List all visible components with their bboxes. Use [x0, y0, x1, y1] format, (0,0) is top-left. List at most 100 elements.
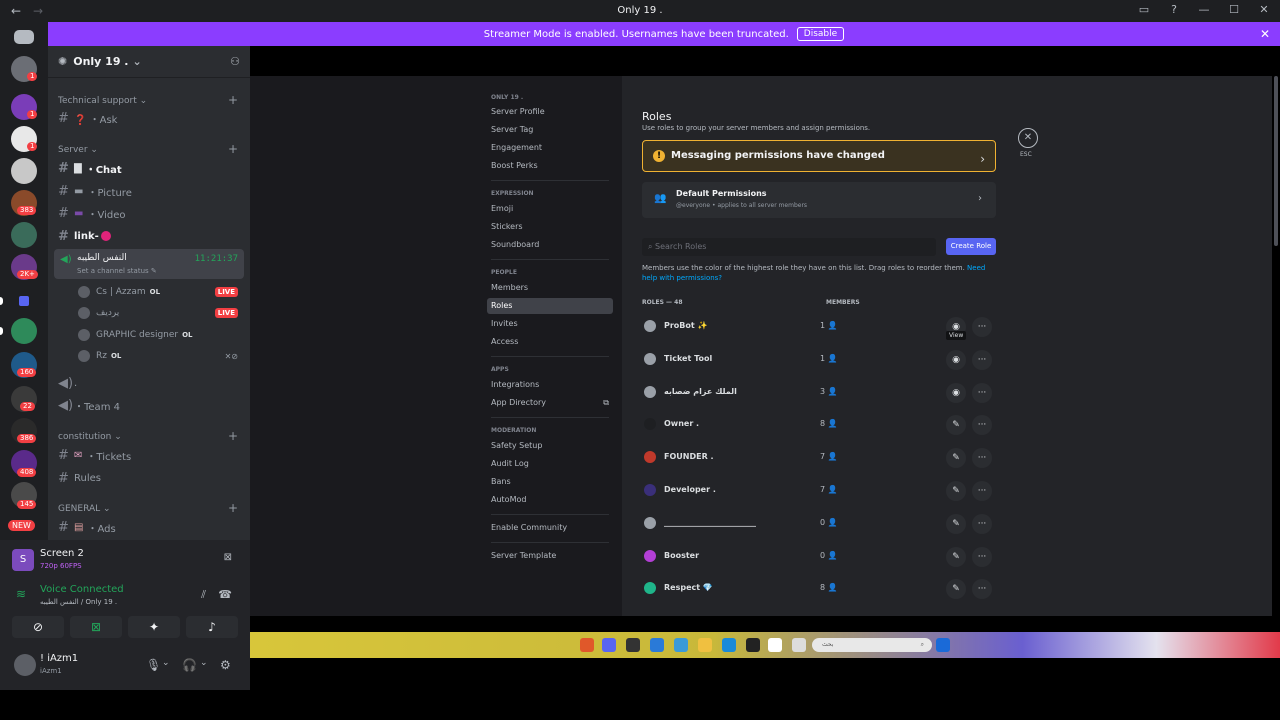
obs-icon[interactable] [626, 638, 640, 652]
calendar-icon[interactable] [768, 638, 782, 652]
channel-picture[interactable]: # ▬ ・Picture [58, 181, 240, 201]
close-settings-icon[interactable]: ✕ [1018, 128, 1038, 148]
minimize-icon[interactable]: — [1196, 3, 1212, 16]
noise-suppression-icon[interactable]: ⫽ [201, 588, 206, 602]
more-options-button[interactable]: ··· [972, 481, 992, 501]
nav-roles[interactable]: Roles [487, 298, 613, 314]
voice-channel-dot[interactable]: ◀). [58, 373, 240, 393]
edit-role-button[interactable]: ✎ [946, 481, 966, 501]
more-options-button[interactable]: ··· [972, 382, 992, 403]
add-channel-icon[interactable]: + [228, 142, 238, 156]
voice-channel-active[interactable]: ◀) النفس الطيبه 11:21:37 Set a channel s… [54, 249, 244, 279]
permissions-warning-banner[interactable]: ! Messaging permissions have changed › [642, 140, 996, 172]
soundboard-button[interactable]: ♪ [186, 616, 238, 638]
folder-icon[interactable] [19, 296, 29, 306]
category-server[interactable]: Server ⌄ + [58, 142, 238, 156]
more-options-button[interactable]: ··· [972, 317, 992, 337]
disconnect-icon[interactable]: ☎ [218, 588, 232, 601]
channel-chat[interactable]: # ▇ ・Chat [58, 158, 240, 178]
edit-role-button[interactable]: ✎ [946, 579, 966, 600]
stop-stream-icon[interactable]: ⊠ [224, 552, 232, 563]
channel-ask[interactable]: # ❓ ・Ask [58, 108, 240, 128]
edit-role-button[interactable]: ✎ [946, 513, 966, 534]
chevron-down-icon[interactable]: ⌄ [200, 658, 208, 668]
nav-bans[interactable]: Bans [487, 474, 613, 490]
chevron-down-icon[interactable]: ⌄ [162, 658, 170, 668]
edit-role-button[interactable]: ✎ [946, 415, 966, 436]
maximize-icon[interactable]: ☐ [1226, 3, 1242, 16]
role-row[interactable]: Booster 0 👤 ✎ ··· [626, 542, 996, 572]
invite-people-icon[interactable]: ⚇ [230, 55, 240, 68]
nav-audit-log[interactable]: Audit Log [487, 456, 613, 472]
more-options-button[interactable]: ··· [972, 579, 992, 600]
close-banner-icon[interactable]: ✕ [1260, 27, 1270, 41]
channel-link[interactable]: # link- [58, 226, 240, 246]
nav-server-profile[interactable]: Server Profile [487, 104, 613, 120]
store-icon[interactable] [650, 638, 664, 652]
gear-icon[interactable]: ⚙ [220, 658, 231, 672]
category-technical-support[interactable]: Technical support ⌄ + [58, 93, 238, 107]
default-permissions-card[interactable]: 👥 Default Permissions @everyone • applie… [642, 182, 996, 218]
channel-ads[interactable]: # ▤ ・Ads [58, 517, 240, 537]
help-icon[interactable]: ? [1166, 3, 1182, 16]
more-options-button[interactable]: ··· [972, 349, 992, 370]
category-constitution[interactable]: constitution ⌄ + [58, 429, 238, 443]
voice-user[interactable]: GRAPHIC designer OL [78, 326, 238, 344]
nav-invites[interactable]: Invites [487, 316, 613, 332]
nav-enable-community[interactable]: Enable Community [487, 520, 613, 536]
create-role-button[interactable]: Create Role [946, 238, 996, 255]
terminal-icon[interactable] [746, 638, 760, 652]
role-row[interactable]: FOUNDER . 7 👤 ✎ ··· [626, 443, 996, 473]
nav-integrations[interactable]: Integrations [487, 377, 613, 393]
search-roles-input[interactable]: ⌕ Search Roles [642, 238, 936, 256]
role-row[interactable]: Respect 💎 8 👤 ✎ ··· [626, 574, 996, 604]
nav-members[interactable]: Members [487, 280, 613, 296]
microphone-icon[interactable]: 🎙 [146, 658, 161, 672]
camera-button[interactable]: ⊘ [12, 616, 64, 638]
nav-soundboard[interactable]: Soundboard [487, 237, 613, 253]
nav-stickers[interactable]: Stickers [487, 219, 613, 235]
nav-boost-perks[interactable]: Boost Perks [487, 158, 613, 174]
server-icon-6[interactable] [11, 222, 37, 248]
discord-home-icon[interactable] [14, 30, 34, 44]
more-options-button[interactable]: ··· [972, 546, 992, 567]
add-channel-icon[interactable]: + [228, 93, 238, 107]
voice-connection[interactable]: ≋ Voice Connected النفس الطيبه / Only 19… [16, 582, 236, 610]
view-role-button[interactable]: ◉ [946, 382, 966, 403]
nav-automod[interactable]: AutoMod [487, 492, 613, 508]
close-window-icon[interactable]: ✕ [1256, 3, 1272, 16]
share-screen-button[interactable]: ⊠ [70, 616, 122, 638]
disable-streamer-button[interactable]: Disable [796, 27, 845, 41]
channel-rules[interactable]: # Rules [58, 468, 240, 488]
back-arrow-icon[interactable]: ← [8, 4, 24, 18]
channel-status[interactable]: Set a channel status ✎ [77, 267, 157, 275]
nav-emoji[interactable]: Emoji [487, 201, 613, 217]
edge-icon[interactable] [722, 638, 736, 652]
more-options-button[interactable]: ··· [972, 448, 992, 469]
server-icon-8[interactable] [11, 318, 37, 344]
voice-channel-team4[interactable]: ◀) ・Team 4 [58, 395, 240, 415]
channel-tickets[interactable]: # ✉ ・Tickets [58, 445, 240, 465]
add-channel-icon[interactable]: + [228, 501, 238, 515]
folder-icon[interactable] [698, 638, 712, 652]
forward-arrow-icon[interactable]: → [30, 4, 46, 18]
edit-role-button[interactable]: ✎ [946, 546, 966, 567]
more-options-button[interactable]: ··· [972, 513, 992, 534]
inbox-icon[interactable]: ▭ [1136, 3, 1152, 16]
nav-server-template[interactable]: Server Template [487, 548, 613, 564]
nav-app-directory[interactable]: App Directory ⧉ [487, 395, 613, 411]
voice-user[interactable]: Rz OL ✕⊘ [78, 347, 238, 365]
nav-access[interactable]: Access [487, 334, 613, 350]
notes-icon[interactable] [792, 638, 806, 652]
role-row[interactable]: الملك عزام ضصابه 3 👤 ◉ ··· [626, 378, 996, 408]
nav-server-tag[interactable]: Server Tag [487, 122, 613, 138]
more-options-button[interactable]: ··· [972, 415, 992, 436]
nav-safety-setup[interactable]: Safety Setup [487, 438, 613, 454]
add-channel-icon[interactable]: + [228, 429, 238, 443]
user-area[interactable]: ! iAzm1 iAzm1 🎙 ⌄ 🎧 ⌄ ⚙ [8, 648, 244, 684]
brave-icon[interactable] [580, 638, 594, 652]
server-header[interactable]: ✺ Only 19 . ⌄ ⚇ [48, 46, 250, 78]
scrollbar[interactable] [1274, 76, 1278, 246]
nav-engagement[interactable]: Engagement [487, 140, 613, 156]
edit-role-button[interactable]: ✎ [946, 448, 966, 469]
